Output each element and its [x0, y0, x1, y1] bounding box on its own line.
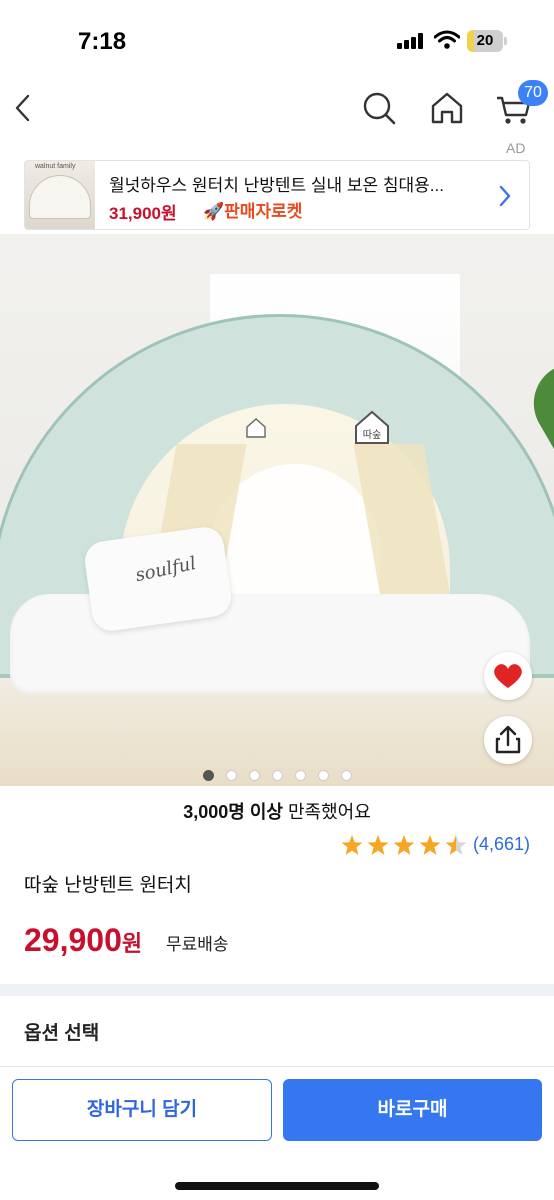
- ad-rocket-badge: 🚀판매자로켓: [203, 202, 303, 221]
- share-button[interactable]: [484, 716, 532, 764]
- product-name: 따숲 난방텐트 원터치: [24, 875, 192, 896]
- battery-level: 20: [476, 32, 494, 49]
- brand-logo-icon: 따숲: [355, 410, 389, 444]
- satisfaction-text: 3,000명 이상 만족했어요: [0, 798, 554, 824]
- star-icon: [393, 835, 415, 855]
- home-icon[interactable]: [428, 88, 466, 128]
- section-divider: [0, 984, 554, 996]
- bottom-action-bar: 장바구니 담기 바로구매: [0, 1066, 554, 1200]
- battery-icon: 20: [467, 30, 507, 52]
- share-icon: [495, 725, 521, 754]
- ad-title: 월넛하우스 원터치 난방텐트 실내 보온 침대용...: [109, 176, 444, 195]
- satisfaction-count: 3,000명 이상: [183, 802, 283, 822]
- satisfaction-suffix: 만족했어요: [282, 802, 371, 822]
- pagination-dot[interactable]: [249, 770, 260, 781]
- product-price: 29,900원: [24, 922, 142, 959]
- ad-price: 31,900원: [109, 204, 177, 223]
- top-nav: [0, 80, 554, 136]
- review-count-link[interactable]: (4,661): [473, 834, 530, 855]
- add-to-cart-button[interactable]: 장바구니 담기: [12, 1079, 272, 1141]
- search-icon[interactable]: [360, 88, 398, 128]
- option-select-heading[interactable]: 옵션 선택: [24, 1018, 99, 1045]
- star-icon: [445, 835, 467, 855]
- ad-banner[interactable]: walnut family 월넛하우스 원터치 난방텐트 실내 보온 침대용..…: [24, 160, 530, 230]
- pagination-dot[interactable]: [226, 770, 237, 781]
- cart-count-badge: 70: [518, 80, 548, 106]
- price-unit: 원: [121, 931, 143, 956]
- star-rating[interactable]: [340, 834, 470, 858]
- gallery-pagination: [203, 770, 353, 782]
- ad-thumbnail: walnut family: [25, 161, 95, 229]
- pagination-dot[interactable]: [295, 770, 306, 781]
- signal-icon: [397, 33, 427, 49]
- ad-thumb-label: walnut family: [35, 163, 76, 170]
- wishlist-button[interactable]: [484, 652, 532, 700]
- ad-label: AD: [506, 140, 526, 156]
- back-icon[interactable]: [8, 88, 38, 128]
- pagination-dot[interactable]: [318, 770, 329, 781]
- brand-logo-small-icon: [246, 418, 266, 438]
- product-image[interactable]: 따숲 soulful: [0, 234, 554, 786]
- star-icon: [341, 835, 363, 855]
- pagination-dot[interactable]: [203, 770, 214, 781]
- chevron-right-icon: [499, 185, 511, 207]
- shipping-badge: 무료배송: [166, 935, 229, 954]
- price-value: 29,900: [24, 922, 122, 958]
- brand-logo-text: 따숲: [363, 429, 381, 441]
- star-icon: [419, 835, 441, 855]
- pagination-dot[interactable]: [272, 770, 283, 781]
- status-time: 7:18: [78, 28, 127, 55]
- pagination-dot[interactable]: [341, 770, 352, 781]
- buy-now-button[interactable]: 바로구매: [283, 1079, 542, 1141]
- heart-icon: [494, 664, 522, 688]
- wifi-icon: [434, 30, 460, 49]
- star-icon: [367, 835, 389, 855]
- home-indicator: [175, 1182, 379, 1190]
- status-bar: 7:18 20: [0, 0, 554, 80]
